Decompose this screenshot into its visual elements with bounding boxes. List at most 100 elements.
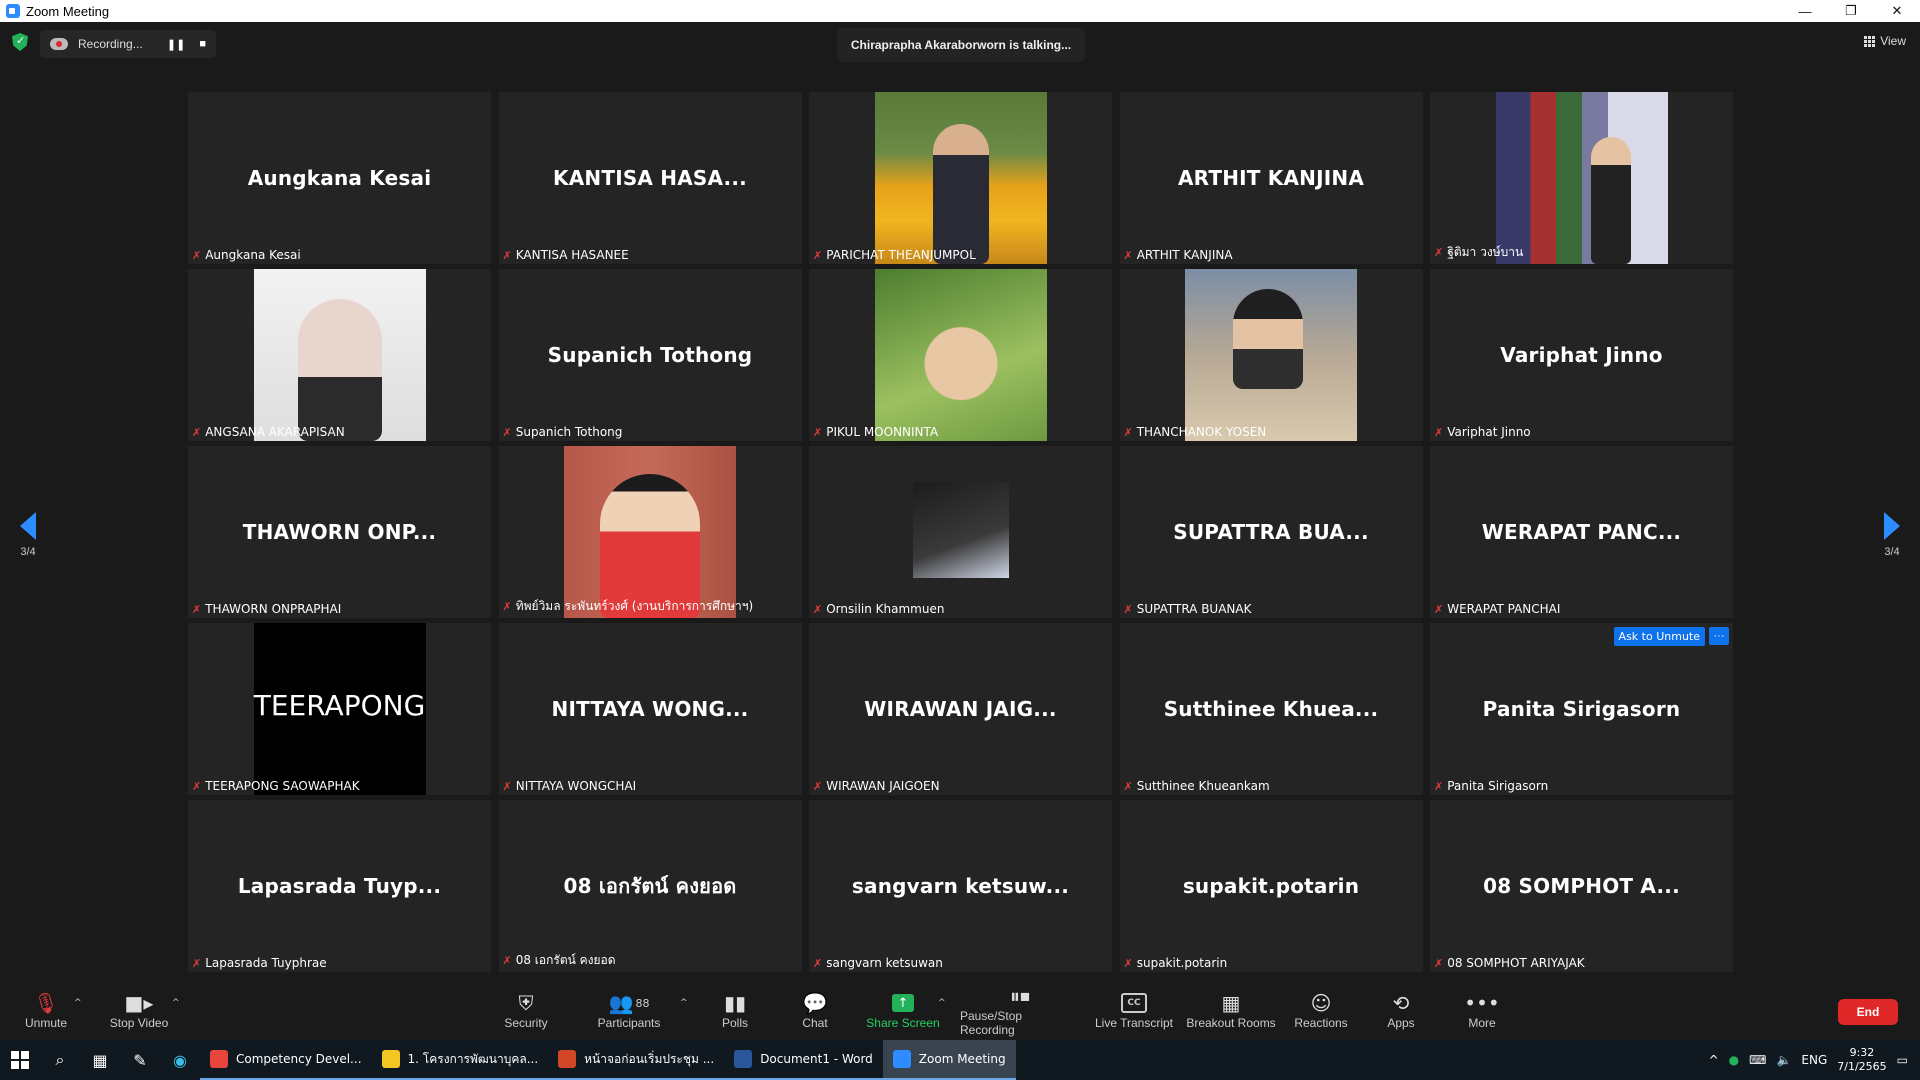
pause-recording-icon[interactable]: ❚❚ [167,38,185,51]
ask-to-unmute-button[interactable]: Ask to Unmute [1613,627,1705,646]
stop-recording-icon[interactable]: ■ [199,38,206,51]
participants-count: 88 [635,996,650,1010]
video-gallery-grid: Aungkana Kesai ✗ Aungkana Kesai KANTISA HAS… [188,92,1733,972]
meeting-top-strip: Recording... ❚❚ ■ Chiraprapha Akaraborwo… [0,22,1920,66]
participant-tile[interactable]: WIRAWAN JAIG... ✗ WIRAWAN JAIGOEN [809,623,1112,795]
language-indicator[interactable]: ENG [1801,1053,1827,1067]
participant-display-name: SUPATTRA BUA... [1173,520,1369,544]
arrow-right-icon[interactable] [1884,512,1900,540]
participant-tile[interactable]: ✗ PIKUL MOONNINTA [809,269,1112,441]
participant-name: Sutthinee Khueankam [1136,779,1270,793]
participant-name: ANGSANA AKARAPISAN [205,425,345,439]
clock[interactable]: 9:32 7/1/2565 [1837,1046,1886,1074]
participants-options-chevron-icon[interactable]: ^ [680,998,688,1008]
chat-button[interactable]: 💬 Chat [792,980,838,1040]
more-button[interactable]: ••• More [1462,980,1502,1040]
participant-tile[interactable]: 08 เอกรัตน์ คงยอด ✗ 08 เอกรัตน์ คงยอด [498,800,802,972]
taskbar-app[interactable]: หน้าจอก่อนเริ่มประชุม ... [548,1040,725,1080]
participant-tile[interactable]: KANTISA HASA... ✗ KANTISA HASANEE [498,92,802,264]
participant-tile[interactable]: SUPATTRA BUA... ✗ SUPATTRA BUANAK [1119,446,1423,618]
participant-display-name: KANTISA HASA... [553,166,747,190]
participant-tile[interactable]: ✗ ทิพย์วิมล ระพันทร์วงศ์ (งานบริการการศึก… [498,446,802,618]
notifications-icon[interactable]: ▭ [1897,1053,1908,1067]
breakout-rooms-button[interactable]: ▦ Breakout Rooms [1186,980,1276,1040]
app-icon [210,1050,228,1068]
share-screen-button[interactable]: ↑ Share Screen [866,980,940,1040]
taskbar-app-label: หน้าจอก่อนเริ่มประชุม ... [584,1051,715,1066]
participants-button[interactable]: 👥 88 Participants [594,980,664,1040]
next-page[interactable]: 3/4 [1872,512,1912,558]
participant-name-label: ✗ THANCHANOK YOSEN [1124,425,1267,439]
participant-tile[interactable]: ✗ ANGSANA AKARAPISAN [188,269,491,441]
edge-browser-icon[interactable]: ◉ [160,1040,200,1080]
shield-icon: ⛨ [518,991,534,1015]
participant-tile[interactable]: 08 SOMPHOT A... ✗ 08 SOMPHOT ARIYAJAK [1430,800,1733,972]
participant-tile[interactable]: NITTAYA WONG... ✗ NITTAYA WONGCHAI [498,623,802,795]
participant-tile[interactable]: ✗ THANCHANOK YOSEN [1119,269,1423,441]
participant-name-label: ✗ ANGSANA AKARAPISAN [192,425,345,439]
recording-label: Recording... [78,37,143,51]
mic-muted-icon: ✗ [1434,425,1444,439]
participant-video [564,446,736,618]
participant-name: WIRAWAN JAIGOEN [826,779,940,793]
participant-name-label: ✗ Aungkana Kesai [192,248,301,262]
taskbar-app[interactable]: Competency Devel... [200,1040,372,1080]
search-icon[interactable]: ⌕ [40,1040,80,1080]
arrow-left-icon[interactable] [20,512,36,540]
participant-tile[interactable]: ✗ ฐิติมา วงษ์บาน [1430,92,1733,264]
restore-button[interactable]: ❐ [1828,0,1874,22]
share-options-chevron-icon[interactable]: ^ [938,998,946,1008]
participant-tile[interactable]: TEERAPONG ✗ TEERAPONG SAOWAPHAK [188,623,491,795]
participant-tile[interactable]: ✗ Ornsilin Khammuen [809,446,1112,618]
previous-page[interactable]: 3/4 [8,512,48,558]
unmute-button[interactable]: 🎙 Unmute [22,980,70,1040]
network-icon[interactable]: ⌨ [1749,1053,1766,1067]
live-transcript-button[interactable]: CC Live Transcript [1094,980,1174,1040]
participant-tile[interactable]: Sutthinee Khuea... ✗ Sutthinee Khueankam [1119,623,1423,795]
taskbar-app[interactable]: Document1 - Word [724,1040,883,1080]
participant-name-label: ✗ WERAPAT PANCHAI [1434,602,1560,616]
line-app-tray-icon[interactable]: ● [1729,1053,1739,1067]
security-button[interactable]: ⛨ Security [496,980,556,1040]
reactions-button[interactable]: ☺ Reactions [1290,980,1352,1040]
polls-button[interactable]: ▮▮ Polls [712,980,758,1040]
participant-display-name: Panita Sirigasorn [1482,697,1681,721]
apps-button[interactable]: ⟲ Apps [1384,980,1418,1040]
participant-tile[interactable]: Lapasrada Tuyp... ✗ Lapasrada Tuyphrae [188,800,491,972]
show-hidden-icons-chevron-icon[interactable]: ^ [1709,1053,1719,1067]
page-indicator-left: 3/4 [20,546,36,558]
participant-tile[interactable]: ARTHIT KANJINA ✗ ARTHIT KANJINA [1119,92,1423,264]
participant-name-label: ✗ ฐิติมา วงษ์บาน [1434,243,1523,262]
participant-tile[interactable]: WERAPAT PANC... ✗ WERAPAT PANCHAI [1430,446,1733,618]
participant-tile[interactable]: Panita Sirigasorn ✗ Panita Sirigasorn Ask t… [1430,623,1733,795]
window-title: Zoom Meeting [26,3,110,19]
paint-icon[interactable]: ✎ [120,1040,160,1080]
view-button[interactable]: View [1864,34,1906,48]
participant-tile[interactable]: sangvarn ketsuw... ✗ sangvarn ketsuwan [809,800,1112,972]
volume-icon[interactable]: 🔈 [1776,1053,1791,1067]
participant-tile[interactable]: ✗ PARICHAT THEANJUMPOL [809,92,1112,264]
participant-name-label: ✗ Sutthinee Khueankam [1124,779,1270,793]
security-shield-icon[interactable] [12,33,28,51]
audio-options-chevron-icon[interactable]: ^ [74,998,82,1008]
participant-tile[interactable]: supakit.potarin ✗ supakit.potarin [1119,800,1423,972]
participant-name-label: ✗ PARICHAT THEANJUMPOL [813,248,976,262]
pause-stop-recording-button[interactable]: ⏸⏹ Pause/Stop Recording [960,980,1080,1040]
stop-video-button[interactable]: ■▸ Stop Video [104,980,174,1040]
participant-tile[interactable]: Variphat Jinno ✗ Variphat Jinno [1430,269,1733,441]
participant-name-label: ✗ KANTISA HASANEE [503,248,629,262]
start-button[interactable] [0,1040,40,1080]
taskbar-app[interactable]: 1. โครงการพัฒนาบุคล... [371,1040,549,1080]
participant-video [874,269,1047,441]
participant-tile[interactable]: Supanich Tothong ✗ Supanich Tothong [498,269,802,441]
calculator-icon[interactable]: ▦ [80,1040,120,1080]
end-meeting-button[interactable]: End [1838,999,1898,1025]
mic-muted-icon: ✗ [813,602,823,616]
video-options-chevron-icon[interactable]: ^ [172,998,180,1008]
participant-tile[interactable]: THAWORN ONP... ✗ THAWORN ONPRAPHAI [188,446,491,618]
close-button[interactable]: ✕ [1874,0,1920,22]
minimize-button[interactable]: — [1782,0,1828,22]
taskbar-app[interactable]: Zoom Meeting [882,1040,1016,1080]
participant-tile[interactable]: Aungkana Kesai ✗ Aungkana Kesai [188,92,491,264]
tile-more-options-icon[interactable]: ··· [1709,627,1729,645]
